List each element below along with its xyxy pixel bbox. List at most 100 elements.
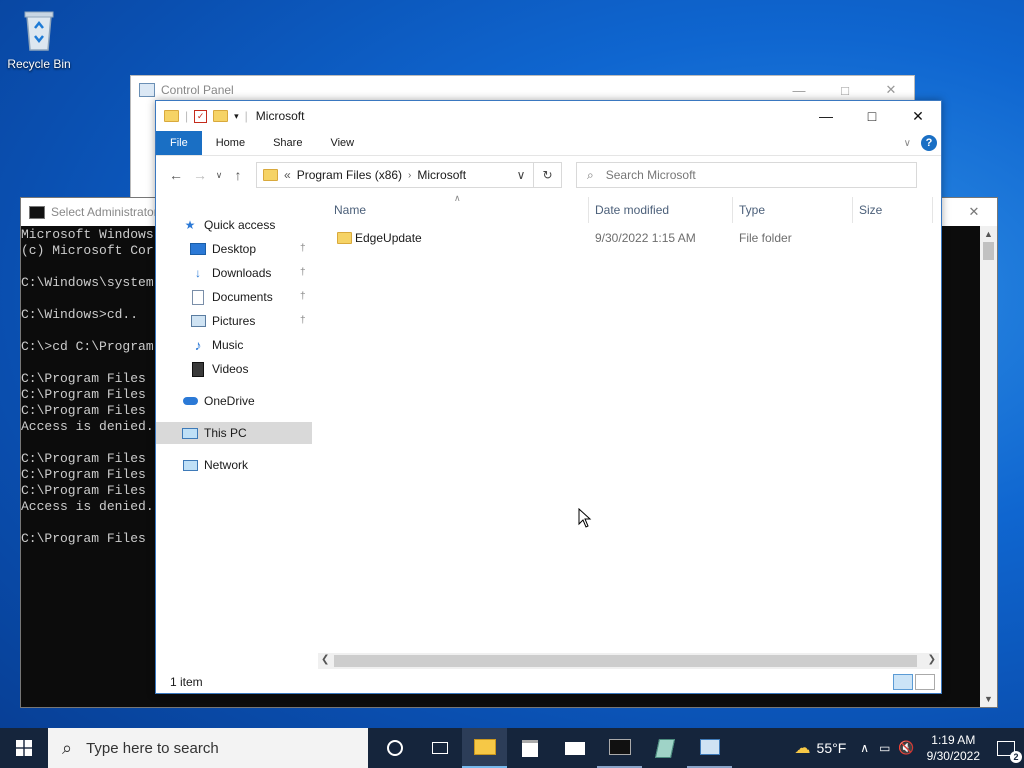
new-folder-icon[interactable] (213, 110, 229, 122)
nav-label: Quick access (204, 218, 276, 232)
details-view-button[interactable] (893, 674, 913, 690)
scroll-right-icon[interactable]: ❯ (928, 654, 936, 665)
tab-file[interactable]: File (156, 131, 202, 155)
tab-home[interactable]: Home (202, 131, 259, 155)
table-row[interactable]: EdgeUpdate 9/30/2022 1:15 AM File folder (328, 227, 928, 249)
taskbar-search-input[interactable]: Type here to search (86, 740, 219, 757)
show-hidden-icons-chevron-icon[interactable]: ∧ (854, 741, 875, 755)
nav-item-documents[interactable]: Documents (190, 286, 273, 308)
search-box[interactable]: ⌕ Search Microsoft (576, 162, 917, 188)
column-divider[interactable] (588, 197, 589, 223)
address-dropdown-chevron-icon[interactable]: ∨ (509, 168, 533, 182)
breadcrumb-separator-icon[interactable]: › (408, 170, 411, 181)
nav-item-videos[interactable]: Videos (190, 358, 248, 380)
search-input[interactable]: Search Microsoft (606, 168, 696, 182)
cmd-scroll-thumb[interactable] (983, 242, 994, 260)
help-icon[interactable]: ? (921, 135, 937, 151)
mail-icon[interactable] (552, 728, 597, 768)
recycle-bin-shortcut[interactable]: Recycle Bin (4, 8, 74, 71)
column-divider[interactable] (932, 197, 933, 223)
quick-access-toolbar: | ✓ ▾ | (156, 109, 248, 123)
pin-icon[interactable]: † (300, 243, 306, 254)
file-explorer-window[interactable]: | ✓ ▾ | Microsoft — □ ✕ File Home Share … (155, 100, 942, 694)
action-center-button[interactable]: 2 (988, 740, 1024, 763)
column-divider[interactable] (852, 197, 853, 223)
large-icons-view-button[interactable] (915, 674, 935, 690)
explorer-maximize-button[interactable]: □ (849, 101, 895, 131)
taskbar-search-box[interactable]: ⌕ Type here to search (48, 728, 368, 768)
column-header-name[interactable]: Name (334, 203, 366, 217)
notification-icon: 2 (997, 740, 1022, 763)
cortana-icon[interactable] (372, 728, 417, 768)
cmd-output[interactable]: Microsoft Windows (c) Microsoft Cor C:\Wi… (21, 227, 154, 547)
customize-toolbar-icon[interactable]: ▾ (234, 111, 239, 122)
cmd-line: C:\Program Files (21, 371, 146, 386)
weather-widget[interactable]: ☁ 55°F (787, 738, 855, 758)
cmd-line: C:\>cd C:\Program (21, 339, 154, 354)
nav-item-music[interactable]: ♪ Music (190, 334, 244, 356)
breadcrumb-overflow[interactable]: « (284, 168, 291, 182)
column-header-date-modified[interactable]: Date modified (595, 203, 669, 217)
nav-item-this-pc[interactable]: This PC (156, 422, 312, 444)
recent-locations-chevron-icon[interactable]: ∨ (212, 170, 226, 181)
taskbar-notes-app-icon[interactable] (642, 728, 687, 768)
nav-label: Videos (212, 362, 249, 376)
volume-muted-icon[interactable]: 🔇 (894, 740, 918, 756)
nav-label: Desktop (212, 242, 257, 256)
microsoft-store-icon[interactable] (507, 728, 552, 768)
nav-item-quick-access[interactable]: ★ Quick access (182, 214, 276, 236)
explorer-minimize-button[interactable]: — (803, 101, 849, 131)
nav-item-onedrive[interactable]: OneDrive (182, 390, 255, 412)
breadcrumb-microsoft[interactable]: Microsoft (417, 168, 466, 182)
scroll-left-icon[interactable]: ❮ (321, 654, 329, 665)
expand-ribbon-chevron-icon[interactable]: ∨ (904, 138, 911, 149)
nav-item-pictures[interactable]: Pictures (190, 310, 255, 332)
status-bar: 1 item (156, 671, 941, 693)
address-bar[interactable]: « Program Files (x86) › Microsoft ∨ (256, 162, 534, 188)
nav-label: Pictures (212, 314, 256, 328)
column-header-type[interactable]: Type (739, 203, 765, 217)
up-arrow-icon[interactable]: ↑ (226, 167, 250, 183)
taskbar-command-prompt-icon[interactable] (597, 728, 642, 768)
download-arrow-icon: ↓ (195, 266, 201, 280)
network-status-icon[interactable]: ▭ (875, 741, 894, 755)
pin-icon[interactable]: † (300, 315, 306, 326)
breadcrumb-program-files-x86[interactable]: Program Files (x86) (297, 168, 402, 182)
refresh-icon[interactable]: ↻ (534, 162, 562, 188)
cmd-line: Access is denied. (21, 499, 154, 514)
clock[interactable]: 1:19 AM 9/30/2022 (919, 732, 988, 764)
horizontal-scroll-thumb[interactable] (334, 655, 917, 667)
clock-time: 1:19 AM (931, 733, 976, 747)
taskbar-file-explorer-icon[interactable] (462, 728, 507, 768)
navigation-pane[interactable]: ★ Quick access Desktop † ↓ Downloads † D… (156, 193, 314, 671)
pin-icon[interactable]: † (300, 267, 306, 278)
taskbar-control-panel-icon[interactable] (687, 728, 732, 768)
start-button[interactable] (0, 728, 48, 768)
file-list[interactable]: ∧ Name Date modified Type Size EdgeUpdat… (324, 193, 941, 671)
nav-item-desktop[interactable]: Desktop (190, 238, 256, 260)
tab-view[interactable]: View (316, 131, 368, 155)
properties-icon[interactable]: ✓ (194, 109, 208, 123)
column-header-size[interactable]: Size (859, 203, 882, 217)
cmd-scrollbar[interactable]: ▲ ▼ (980, 226, 997, 707)
mouse-cursor-icon (578, 508, 592, 528)
nav-item-network[interactable]: Network (182, 454, 248, 476)
network-icon (182, 459, 198, 471)
forward-arrow-icon[interactable]: → (188, 167, 212, 183)
folder-icon (164, 110, 179, 122)
explorer-title: Microsoft (255, 109, 305, 123)
back-arrow-icon[interactable]: ← (164, 167, 188, 183)
pin-icon[interactable]: † (300, 291, 306, 302)
tab-share[interactable]: Share (259, 131, 316, 155)
explorer-close-button[interactable]: ✕ (895, 101, 941, 131)
sort-chevron-icon: ∧ (454, 193, 461, 203)
horizontal-scrollbar[interactable]: ❮ ❯ (318, 653, 939, 669)
task-view-icon[interactable] (417, 728, 462, 768)
nav-item-downloads[interactable]: ↓ Downloads (190, 262, 271, 284)
music-note-icon: ♪ (194, 337, 202, 353)
search-icon: ⌕ (587, 167, 594, 182)
column-divider[interactable] (732, 197, 733, 223)
explorer-titlebar[interactable]: | ✓ ▾ | Microsoft — □ ✕ (156, 101, 941, 131)
cmd-close-button[interactable]: ✕ (951, 198, 997, 226)
cmd-line: C:\Program Files (21, 451, 146, 466)
